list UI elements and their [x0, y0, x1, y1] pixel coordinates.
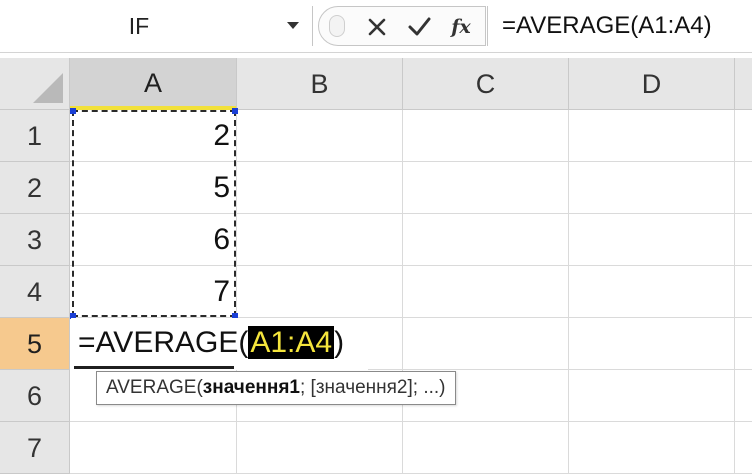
cell-e2[interactable]	[735, 162, 752, 214]
cell-c7[interactable]	[403, 422, 569, 474]
edit-formula-prefix: =AVERAGE(	[78, 326, 249, 359]
cell-a7[interactable]	[70, 422, 237, 474]
cell-e1[interactable]	[735, 110, 752, 162]
cell-c2[interactable]	[403, 162, 569, 214]
cell-b4[interactable]	[237, 266, 403, 318]
checkmark-icon	[408, 17, 431, 36]
formula-controls: fx	[318, 6, 486, 46]
cell-e6[interactable]	[735, 370, 752, 422]
row-header-3[interactable]: 3	[0, 214, 70, 266]
cell-d7[interactable]	[569, 422, 735, 474]
column-header-d[interactable]: D	[569, 58, 735, 110]
formula-input[interactable]: =AVERAGE(A1:A4)	[487, 6, 752, 46]
tooltip-remaining-args: ; [значення2]; ...)	[300, 377, 446, 398]
cell-e3[interactable]	[735, 214, 752, 266]
cell-d4[interactable]	[569, 266, 735, 318]
cell-a2[interactable]: 5	[70, 162, 237, 214]
cell-e7[interactable]	[735, 422, 752, 474]
formula-bar: IF fx =AVERAGE(A1:A4)	[0, 0, 752, 53]
row-header-5[interactable]: 5	[0, 318, 70, 370]
tooltip-function-name[interactable]: AVERAGE(	[106, 377, 203, 398]
cell-a5-editor[interactable]: =AVERAGE(A1:A4)	[71, 318, 368, 370]
cell-c5[interactable]	[403, 318, 569, 370]
edit-formula-suffix: )	[334, 326, 345, 359]
row-header-4[interactable]: 4	[0, 266, 70, 318]
cell-d5[interactable]	[569, 318, 735, 370]
column-header-c[interactable]: C	[403, 58, 569, 110]
tooltip-current-argument: значення1	[202, 377, 300, 398]
cell-c1[interactable]	[403, 110, 569, 162]
function-icon: fx	[451, 16, 471, 38]
function-args-tooltip[interactable]: AVERAGE(значення1; [значення2]; ...)	[96, 371, 456, 405]
resize-handle-icon[interactable]	[329, 15, 345, 37]
cell-b2[interactable]	[237, 162, 403, 214]
worksheet-grid: A B C D 1 2 3 4 5 6 7 2 5 6 7 =AVERAGE(A…	[0, 58, 752, 474]
column-header-a[interactable]: A	[70, 58, 237, 110]
select-all-triangle-icon	[33, 73, 63, 103]
cell-e4[interactable]	[735, 266, 752, 318]
select-all-button[interactable]	[0, 58, 70, 110]
column-header-e[interactable]	[735, 58, 752, 110]
cell-d6[interactable]	[569, 370, 735, 422]
row-header-1[interactable]: 1	[0, 110, 70, 162]
cell-d2[interactable]	[569, 162, 735, 214]
cell-b7[interactable]	[237, 422, 403, 474]
chevron-down-icon[interactable]	[286, 18, 300, 32]
row-header-7[interactable]: 7	[0, 422, 70, 474]
cell-a1[interactable]: 2	[70, 110, 237, 162]
edit-formula-argument[interactable]: A1:A4	[248, 326, 335, 359]
edit-cell-underline	[74, 366, 234, 369]
cancel-button[interactable]	[363, 13, 391, 41]
cell-b3[interactable]	[237, 214, 403, 266]
row-header-2[interactable]: 2	[0, 162, 70, 214]
cell-d3[interactable]	[569, 214, 735, 266]
cell-c4[interactable]	[403, 266, 569, 318]
cell-c3[interactable]	[403, 214, 569, 266]
cell-e5[interactable]	[735, 318, 752, 370]
insert-function-button[interactable]: fx	[447, 13, 475, 41]
cell-d1[interactable]	[569, 110, 735, 162]
cell-b1[interactable]	[237, 110, 403, 162]
cell-a4[interactable]: 7	[70, 266, 237, 318]
name-box-value: IF	[128, 13, 150, 39]
formula-text: =AVERAGE(A1:A4)	[502, 12, 712, 39]
enter-button[interactable]	[405, 13, 433, 41]
row-header-6[interactable]: 6	[0, 370, 70, 422]
close-icon	[368, 18, 386, 36]
column-header-b[interactable]: B	[237, 58, 403, 110]
cell-a3[interactable]: 6	[70, 214, 237, 266]
name-box[interactable]: IF	[0, 6, 313, 46]
